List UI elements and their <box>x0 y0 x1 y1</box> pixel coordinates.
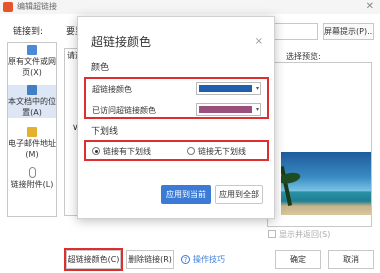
preview-label: 选择预览: <box>286 52 321 61</box>
sidebar-item-label: 链接附件(L) <box>10 180 54 189</box>
preview-pane <box>267 62 372 227</box>
sidebar-item-label: 原有文件或网页(X) <box>8 57 56 77</box>
beach-preview-image <box>281 152 371 215</box>
tips-label: 操作技巧 <box>193 255 225 264</box>
cancel-button[interactable]: 取消 <box>328 250 374 269</box>
app-icon <box>3 2 13 12</box>
ok-button[interactable]: 确定 <box>275 250 321 269</box>
sidebar-item-existing-file[interactable]: 原有文件或网页(X) <box>8 45 56 78</box>
sidebar-item-email[interactable]: 电子邮件地址(M) <box>8 127 56 160</box>
checkbox-icon <box>268 230 276 238</box>
title-bar <box>0 0 380 14</box>
tips-link[interactable]: ? 操作技巧 <box>181 253 225 266</box>
dialog-title: 超链接颜色 <box>91 35 152 49</box>
link-type-sidebar: 原有文件或网页(X) 本文档中的位置(A) 电子邮件地址(M) 链接附件(L) <box>7 42 57 217</box>
sidebar-item-attachment[interactable]: 链接附件(L) <box>8 167 56 190</box>
underline-section-heading: 下划线 <box>91 127 119 137</box>
document-icon <box>27 85 37 95</box>
link-to-label: 链接到: <box>13 27 44 37</box>
screentip-button[interactable]: 屏幕提示(P)... <box>323 23 374 40</box>
show-and-return-label: 显示并返回(S) <box>279 230 331 239</box>
color-section-heading: 颜色 <box>91 63 110 73</box>
sidebar-item-label: 本文档中的位置(A) <box>8 97 56 117</box>
highlight-box <box>64 248 123 271</box>
close-icon[interactable]: × <box>255 36 263 48</box>
file-icon <box>27 45 37 55</box>
help-icon: ? <box>181 255 190 264</box>
highlight-box <box>84 140 269 161</box>
email-icon <box>27 127 37 137</box>
show-and-return-checkbox[interactable]: 显示并返回(S) <box>268 229 330 240</box>
apply-current-button[interactable]: 应用到当前 <box>161 185 211 204</box>
window-title: 编辑超链接 <box>17 2 57 11</box>
delete-link-button[interactable]: 删除链接(R) <box>126 250 174 269</box>
apply-all-button[interactable]: 应用到全部 <box>215 185 263 204</box>
window-close-icon[interactable]: ✕ <box>366 0 374 14</box>
highlight-box <box>84 77 269 119</box>
paperclip-icon <box>28 167 36 178</box>
sidebar-item-this-document[interactable]: 本文档中的位置(A) <box>8 85 56 118</box>
sidebar-item-label: 电子邮件地址(M) <box>8 139 56 159</box>
hyperlink-color-dialog: 超链接颜色 × 颜色 超链接颜色 ▾ 已访问超链接颜色 ▾ 下划线 链接有下划线… <box>77 16 275 219</box>
